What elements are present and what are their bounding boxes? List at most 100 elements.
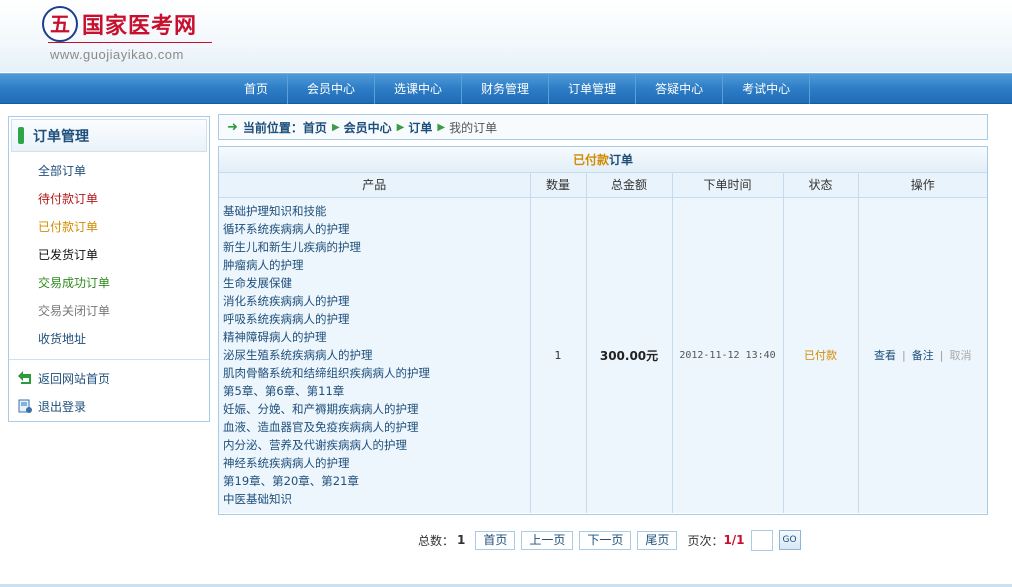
logout-icon [17, 398, 33, 414]
chevron-right-icon: ▶ [331, 121, 340, 133]
pager-page-label: 页次： [687, 533, 724, 548]
nav-link-home[interactable]: 首页 [225, 74, 287, 104]
next-page-button[interactable]: 下一页 [579, 530, 632, 550]
product-item[interactable]: 血液、造血器官及免疫疾病病人的护理 [223, 418, 530, 436]
logo-divider [48, 42, 212, 43]
nav-link-orders[interactable]: 订单管理 [549, 74, 635, 104]
breadcrumb-orders[interactable]: 订单 [408, 119, 432, 136]
sidebar-item-closed[interactable]: 交易关闭订单 [9, 297, 209, 325]
sidebar-menu: 全部订单 待付款订单 已付款订单 已发货订单 交易成功订单 交易关闭订单 收货地… [9, 154, 209, 353]
pager-page-value: 1/1 [723, 533, 745, 547]
logo-title: 国家医考网 [82, 14, 198, 39]
panel-title-suffix: 订单 [609, 153, 634, 167]
product-item[interactable]: 妊娠、分娩、和产褥期疾病病人的护理 [223, 400, 530, 418]
site-header: 五 国家医考网 www.guojiayikao.com [0, 0, 1012, 72]
product-item[interactable]: 第5章、第6章、第11章 [223, 382, 530, 400]
sidebar-title: 订单管理 [33, 128, 89, 145]
col-header-total: 总金额 [586, 173, 673, 198]
chevron-right-icon: ▶ [437, 121, 446, 133]
sidebar-divider [9, 359, 209, 360]
product-item[interactable]: 内分泌、营养及代谢疾病病人的护理 [223, 436, 530, 454]
nav-item-member: 会员中心 [288, 74, 376, 104]
orders-table: 产品 数量 总金额 下单时间 状态 操作 基础护理知识和技能 循环系统疾病病人的… [219, 173, 987, 513]
sidebar-item-paid[interactable]: 已付款订单 [9, 213, 209, 241]
order-quantity: 1 [530, 197, 587, 513]
table-header-row: 产品 数量 总金额 下单时间 状态 操作 [219, 173, 987, 198]
col-header-time: 下单时间 [672, 173, 784, 198]
nav-item-orders: 订单管理 [549, 74, 637, 104]
product-item[interactable]: 新生儿和新生儿疾病的护理 [223, 238, 530, 256]
product-item[interactable]: 消化系统疾病病人的护理 [223, 292, 530, 310]
product-item[interactable]: 肌肉骨骼系统和结缔组织疾病病人的护理 [223, 364, 530, 382]
col-header-quantity: 数量 [530, 173, 587, 198]
main-nav: 首页 会员中心 选课中心 财务管理 订单管理 答疑中心 考试中心 [0, 73, 1012, 104]
nav-item-qa: 答疑中心 [636, 74, 724, 104]
product-item[interactable]: 基础护理知识和技能 [223, 202, 530, 220]
nav-link-finance[interactable]: 财务管理 [462, 74, 548, 104]
pager-total-value: 1 [457, 533, 466, 547]
nav-item-exam: 考试中心 [723, 74, 811, 104]
green-bar-icon [18, 127, 24, 144]
pager-total-label: 总数： [418, 533, 455, 548]
nav-link-qa[interactable]: 答疑中心 [636, 74, 722, 104]
order-actions: 查看 | 备注 | 取消 [858, 197, 987, 513]
sidebar-item-shipped[interactable]: 已发货订单 [9, 241, 209, 269]
product-item[interactable]: 循环系统疾病病人的护理 [223, 220, 530, 238]
last-page-button[interactable]: 尾页 [637, 530, 678, 550]
product-item[interactable]: 生命发展保健 [223, 274, 530, 292]
breadcrumb-label: 当前位置： [242, 120, 303, 135]
return-arrow-icon [17, 370, 33, 386]
nav-item-courses: 选课中心 [375, 74, 463, 104]
order-status: 已付款 [783, 197, 859, 513]
product-list-cell: 基础护理知识和技能 循环系统疾病病人的护理 新生儿和新生儿疾病的护理 肿瘤病人的… [219, 197, 531, 513]
main-nav-list: 首页 会员中心 选课中心 财务管理 订单管理 答疑中心 考试中心 [225, 74, 811, 104]
panel-title-status: 已付款 [572, 153, 609, 167]
nav-link-member[interactable]: 会员中心 [288, 74, 374, 104]
sidebar-item-address[interactable]: 收货地址 [9, 325, 209, 353]
prev-page-button[interactable]: 上一页 [521, 530, 574, 550]
breadcrumb-home[interactable]: 首页 [303, 119, 327, 136]
product-item[interactable]: 呼吸系统疾病病人的护理 [223, 310, 530, 328]
order-total: 300.00元 [586, 197, 673, 513]
sidebar-header: 订单管理 [11, 119, 207, 152]
sidebar-link-home[interactable]: 返回网站首页 [9, 364, 209, 392]
sidebar-item-all-orders[interactable]: 全部订单 [9, 157, 209, 185]
product-item[interactable]: 神经系统疾病病人的护理 [223, 454, 530, 472]
go-button[interactable]: GO [778, 530, 801, 550]
view-order-link[interactable]: 查看 [874, 349, 896, 362]
sidebar-item-pending-payment[interactable]: 待付款订单 [9, 185, 209, 213]
chevron-right-icon: ▶ [396, 121, 405, 133]
col-header-status: 状态 [783, 173, 859, 198]
action-separator: | [939, 349, 944, 363]
sidebar-item-completed[interactable]: 交易成功订单 [9, 269, 209, 297]
arrow-right-icon: ➜ [227, 119, 238, 135]
first-page-button[interactable]: 首页 [475, 530, 516, 550]
page-number-input[interactable] [750, 529, 773, 551]
nav-link-courses[interactable]: 选课中心 [375, 74, 461, 104]
product-item[interactable]: 第19章、第20章、第21章 [223, 472, 530, 490]
logo-url: www.guojiayikao.com [50, 47, 184, 62]
note-order-link[interactable]: 备注 [912, 349, 934, 362]
nav-item-home: 首页 [225, 74, 289, 104]
sidebar: 订单管理 全部订单 待付款订单 已付款订单 已发货订单 交易成功订单 交易关闭订… [8, 116, 210, 422]
table-row: 基础护理知识和技能 循环系统疾病病人的护理 新生儿和新生儿疾病的护理 肿瘤病人的… [219, 197, 987, 513]
sidebar-link-logout[interactable]: 退出登录 [9, 392, 209, 420]
product-item[interactable]: 精神障碍病人的护理 [223, 328, 530, 346]
nav-item-finance: 财务管理 [462, 74, 550, 104]
product-item[interactable]: 肿瘤病人的护理 [223, 256, 530, 274]
nav-link-exam[interactable]: 考试中心 [723, 74, 809, 104]
breadcrumb-member[interactable]: 会员中心 [344, 119, 392, 136]
product-item[interactable]: 中医基础知识 [223, 490, 530, 508]
order-time: 2012-11-12 13:40 [672, 197, 784, 513]
site-logo[interactable]: 五 国家医考网 www.guojiayikao.com [42, 4, 222, 66]
breadcrumb: ➜ 当前位置： 首页 ▶ 会员中心 ▶ 订单 ▶ 我的订单 [218, 114, 988, 140]
action-separator: | [902, 349, 906, 363]
product-item[interactable]: 泌尿生殖系统疾病病人的护理 [223, 346, 530, 364]
col-header-actions: 操作 [858, 173, 987, 198]
orders-panel: 已付款订单 产品 数量 总金额 下单时间 状态 操作 基础护理知识和技能 循环系… [218, 146, 988, 515]
panel-title: 已付款订单 [219, 147, 987, 173]
sidebar-link-logout-label: 退出登录 [38, 399, 87, 414]
col-header-product: 产品 [219, 173, 531, 198]
sidebar-link-home-label: 返回网站首页 [38, 371, 111, 386]
breadcrumb-current: 我的订单 [449, 120, 498, 135]
